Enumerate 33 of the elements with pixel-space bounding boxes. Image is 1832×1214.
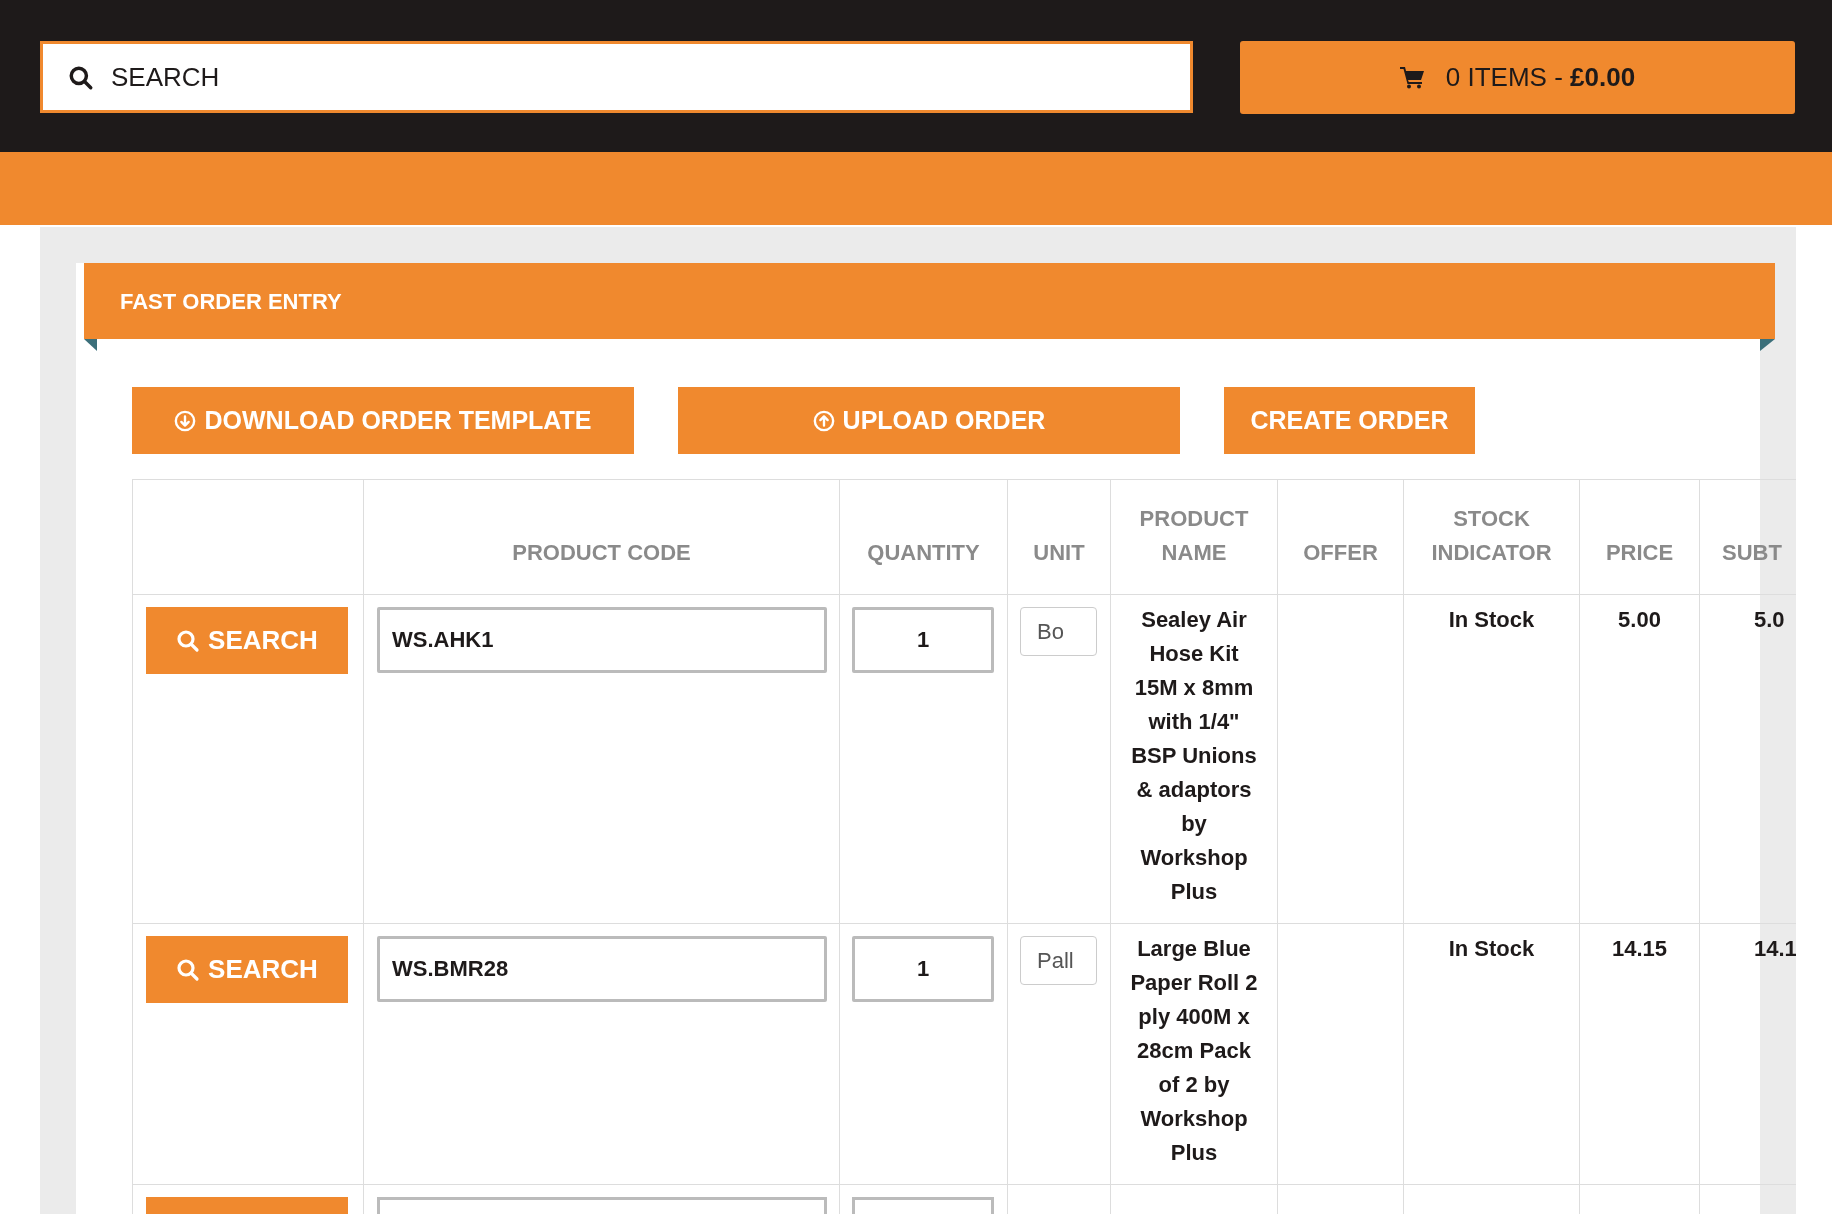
unit-select[interactable]: Bo xyxy=(1020,607,1097,656)
product-name: Large Blue Paper Roll 2 ply 400M x 28cm Pack of 2 by Workshop Plus xyxy=(1130,936,1258,1165)
column-header: OFFER xyxy=(1303,539,1378,567)
cart-button[interactable]: 0 ITEMS - £0.00 xyxy=(1240,40,1795,114)
column-header: QUANTITY xyxy=(867,539,980,567)
stock-indicator: In Stock xyxy=(1448,607,1535,632)
subtotal-text: 14.1 xyxy=(1754,936,1796,961)
price-text: 14.15 xyxy=(1611,936,1668,961)
column-header: PRODUCT NAME xyxy=(1139,505,1249,567)
column-header: SUBT xyxy=(1722,539,1782,567)
column-header: PRODUCT CODE xyxy=(512,539,691,567)
product-code-field[interactable]: WS.BMR28 xyxy=(377,936,827,1002)
search-icon xyxy=(176,957,201,982)
product-name: Sealey Air Hose Kit 15M x 8mm with 1/4" BSP Unions & adaptors by Workshop Plus xyxy=(1131,607,1257,904)
quantity-field[interactable]: 1 xyxy=(852,936,994,1002)
product-code-field[interactable]: WS.AHK1 xyxy=(377,607,827,673)
search-field[interactable]: SEARCH xyxy=(40,41,1193,113)
search-icon xyxy=(176,628,201,653)
unit-select[interactable]: Pall xyxy=(1020,936,1097,985)
search-icon xyxy=(68,65,94,91)
column-header: UNIT xyxy=(1033,539,1085,567)
price-text: 5.00 xyxy=(1618,607,1661,632)
quantity-field[interactable]: 1 xyxy=(852,607,994,673)
panel-title: FAST ORDER ENTRY xyxy=(120,287,342,316)
column-header: STOCK INDICATOR xyxy=(1431,505,1552,567)
ribbon-fold-icon xyxy=(1760,339,1775,351)
upload-icon xyxy=(812,409,835,432)
ribbon-fold-icon xyxy=(84,339,97,351)
subtotal-text: 5.0 xyxy=(1754,607,1785,632)
download-icon xyxy=(174,409,197,432)
stock-indicator: In Stock xyxy=(1448,936,1535,961)
column-header: PRICE xyxy=(1605,539,1674,567)
cart-icon xyxy=(1399,65,1426,89)
